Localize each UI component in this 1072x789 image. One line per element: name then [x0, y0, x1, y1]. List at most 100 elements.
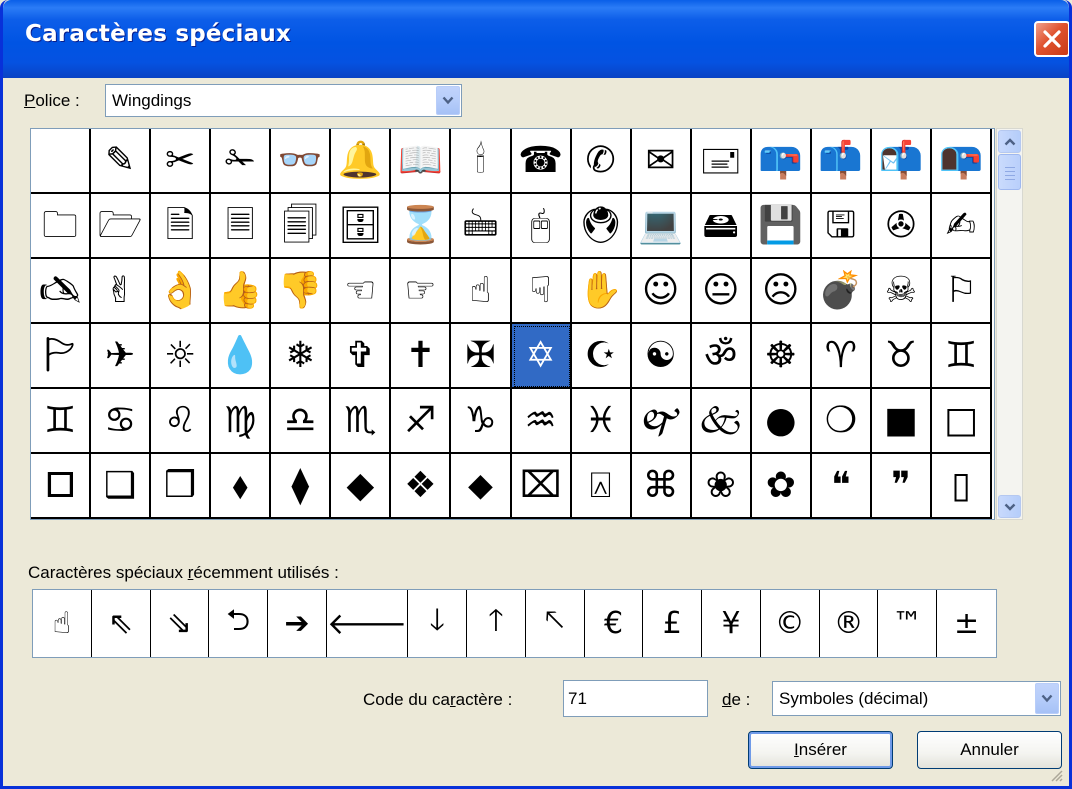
insert-button[interactable]: Insérer — [748, 731, 893, 769]
character-cell[interactable]: 📫 — [811, 129, 872, 194]
character-cell[interactable]: ☜ — [331, 259, 392, 324]
title-bar[interactable]: Caractères spéciaux — [3, 0, 1069, 78]
character-cell[interactable]: ♋ — [91, 389, 152, 454]
character-cell[interactable]: 🗁 — [91, 194, 152, 259]
character-cell[interactable]: ☸ — [751, 324, 812, 389]
character-cell[interactable]: ♈ — [811, 324, 872, 389]
character-cell[interactable]: 🕯 — [451, 129, 512, 194]
recent-character-cell[interactable]: 🡐 — [327, 590, 409, 657]
character-cell[interactable]: ❖ — [391, 454, 452, 519]
character-cell[interactable]: 💻 — [631, 194, 692, 259]
character-cell[interactable]: ♎ — [271, 389, 332, 454]
character-cell[interactable]: ✌ — [91, 259, 152, 324]
character-cell[interactable] — [31, 129, 92, 194]
character-cell[interactable]: ☞ — [391, 259, 452, 324]
character-cell[interactable]: ♉ — [871, 324, 932, 389]
recent-character-cell[interactable]: ™ — [878, 590, 938, 657]
scroll-thumb[interactable] — [998, 154, 1021, 190]
character-cell[interactable]: □ — [931, 389, 992, 454]
character-cell[interactable]: 📖 — [391, 129, 452, 194]
character-cell[interactable]: 🙵 — [691, 389, 752, 454]
character-cell[interactable]: 🙰 — [631, 389, 692, 454]
font-select[interactable]: Wingdings — [105, 84, 462, 117]
character-cell[interactable]: 💧 — [211, 324, 272, 389]
character-grid[interactable]: ✎ ✂ ✁ 👓 🔔 📖 🕯 ☎ ✆ ✉ 🖃 📪 📫 📬 📭 🗀 🗁 🗎 🗏 🗐 🗄 ⌛ 🖮 🖰 🖲 💻 🖴 💾 🖫 ✇ ✍ 🖎 ✌ 👌 👍 👎 ☜ ☞ ☝ ☟… — [30, 128, 995, 520]
character-cell[interactable]: ✉ — [631, 129, 692, 194]
character-cell[interactable]: ♊ — [931, 324, 992, 389]
character-cell[interactable]: 🞐 — [31, 454, 92, 519]
character-cell[interactable]: ⌧ — [511, 454, 572, 519]
character-cell[interactable]: 💣 — [811, 259, 872, 324]
character-cell[interactable]: 🗀 — [31, 194, 92, 259]
recent-character-cell[interactable]: ⇘ — [151, 590, 210, 657]
character-cell[interactable]: ☎ — [511, 129, 572, 194]
character-cell[interactable]: ⚐ — [931, 259, 992, 324]
recent-character-cell[interactable]: ¥ — [702, 590, 761, 657]
character-cell[interactable]: ♓ — [571, 389, 632, 454]
character-cell[interactable]: ✇ — [871, 194, 932, 259]
recent-character-cell[interactable]: 🡑 — [467, 590, 526, 657]
character-cell[interactable]: ✎ — [91, 129, 152, 194]
cancel-button[interactable]: Annuler — [917, 731, 1062, 769]
character-cell[interactable]: ❑ — [91, 454, 152, 519]
character-cell[interactable]: 📬 — [871, 129, 932, 194]
character-cell[interactable]: 📭 — [931, 129, 992, 194]
character-cell[interactable]: 🖎 — [31, 259, 92, 324]
character-cell[interactable]: ✞ — [331, 324, 392, 389]
character-cell[interactable]: ☪ — [571, 324, 632, 389]
recent-character-cell[interactable]: £ — [643, 590, 703, 657]
recent-characters[interactable]: ☝ ⇖ ⇘ ⮌ ➔ 🡐 🡓 🡑 🡔 € £ ¥ © ® ™ ± — [32, 589, 997, 658]
character-grid-scrollbar[interactable] — [996, 128, 1023, 520]
character-cell[interactable]: ☼ — [151, 324, 212, 389]
recent-character-cell[interactable]: ® — [820, 590, 879, 657]
recent-character-cell[interactable]: 🡔 — [526, 590, 585, 657]
character-cell[interactable]: ॐ — [691, 324, 752, 389]
character-cell[interactable]: ● — [751, 389, 812, 454]
character-cell[interactable]: 🗄 — [331, 194, 392, 259]
character-cell[interactable]: 🖴 — [691, 194, 752, 259]
recent-character-cell[interactable]: ⮌ — [209, 590, 269, 657]
character-cell[interactable]: ❞ — [871, 454, 932, 519]
character-cell[interactable]: ♏ — [331, 389, 392, 454]
character-cell[interactable]: ☹ — [751, 259, 812, 324]
character-cell[interactable]: ⬧ — [211, 454, 272, 519]
character-cell[interactable]: ♊ — [31, 389, 92, 454]
character-cell[interactable]: ■ — [871, 389, 932, 454]
character-cell[interactable]: ♒ — [511, 389, 572, 454]
character-cell[interactable]: ❝ — [811, 454, 872, 519]
character-cell[interactable]: 👓 — [271, 129, 332, 194]
character-cell[interactable]: ✂ — [151, 129, 212, 194]
character-cell[interactable]: ✠ — [451, 324, 512, 389]
font-dropdown-button[interactable] — [436, 86, 460, 115]
character-cell[interactable]: ☟ — [511, 259, 572, 324]
character-cell[interactable]: ❀ — [691, 454, 752, 519]
encoding-dropdown-button[interactable] — [1035, 683, 1059, 714]
resize-grip-icon[interactable] — [1049, 768, 1063, 782]
character-cell[interactable]: 🗐 — [271, 194, 332, 259]
character-cell[interactable]: 🖃 — [691, 129, 752, 194]
character-cell[interactable]: ⬥ — [451, 454, 512, 519]
scroll-up-button[interactable] — [998, 130, 1021, 153]
character-cell[interactable]: 🔔 — [331, 129, 392, 194]
character-cell[interactable]: ⌛ — [391, 194, 452, 259]
character-cell[interactable]: ❄ — [271, 324, 332, 389]
character-cell[interactable]: 👍 — [211, 259, 272, 324]
recent-character-cell[interactable]: 🡓 — [408, 590, 468, 657]
character-cell[interactable]: 👎 — [271, 259, 332, 324]
character-cell[interactable]: 🗏 — [211, 194, 272, 259]
close-button[interactable] — [1034, 21, 1069, 57]
character-cell[interactable]: ⧫ — [271, 454, 332, 519]
character-cell[interactable]: ✍ — [931, 194, 992, 259]
character-cell[interactable]: ◆ — [331, 454, 392, 519]
character-cell[interactable]: 💾 — [751, 194, 812, 259]
character-cell[interactable]: 📪 — [751, 129, 812, 194]
character-cell[interactable]: ♐ — [391, 389, 452, 454]
character-cell[interactable]: ♌ — [151, 389, 212, 454]
character-cell[interactable]: 🖮 — [451, 194, 512, 259]
character-cell[interactable]: ☝ — [451, 259, 512, 324]
character-cell[interactable]: ✝ — [391, 324, 452, 389]
character-cell[interactable]: ✿ — [751, 454, 812, 519]
character-cell[interactable]: 👌 — [151, 259, 212, 324]
recent-character-cell[interactable]: € — [585, 590, 644, 657]
scroll-down-button[interactable] — [998, 495, 1021, 518]
